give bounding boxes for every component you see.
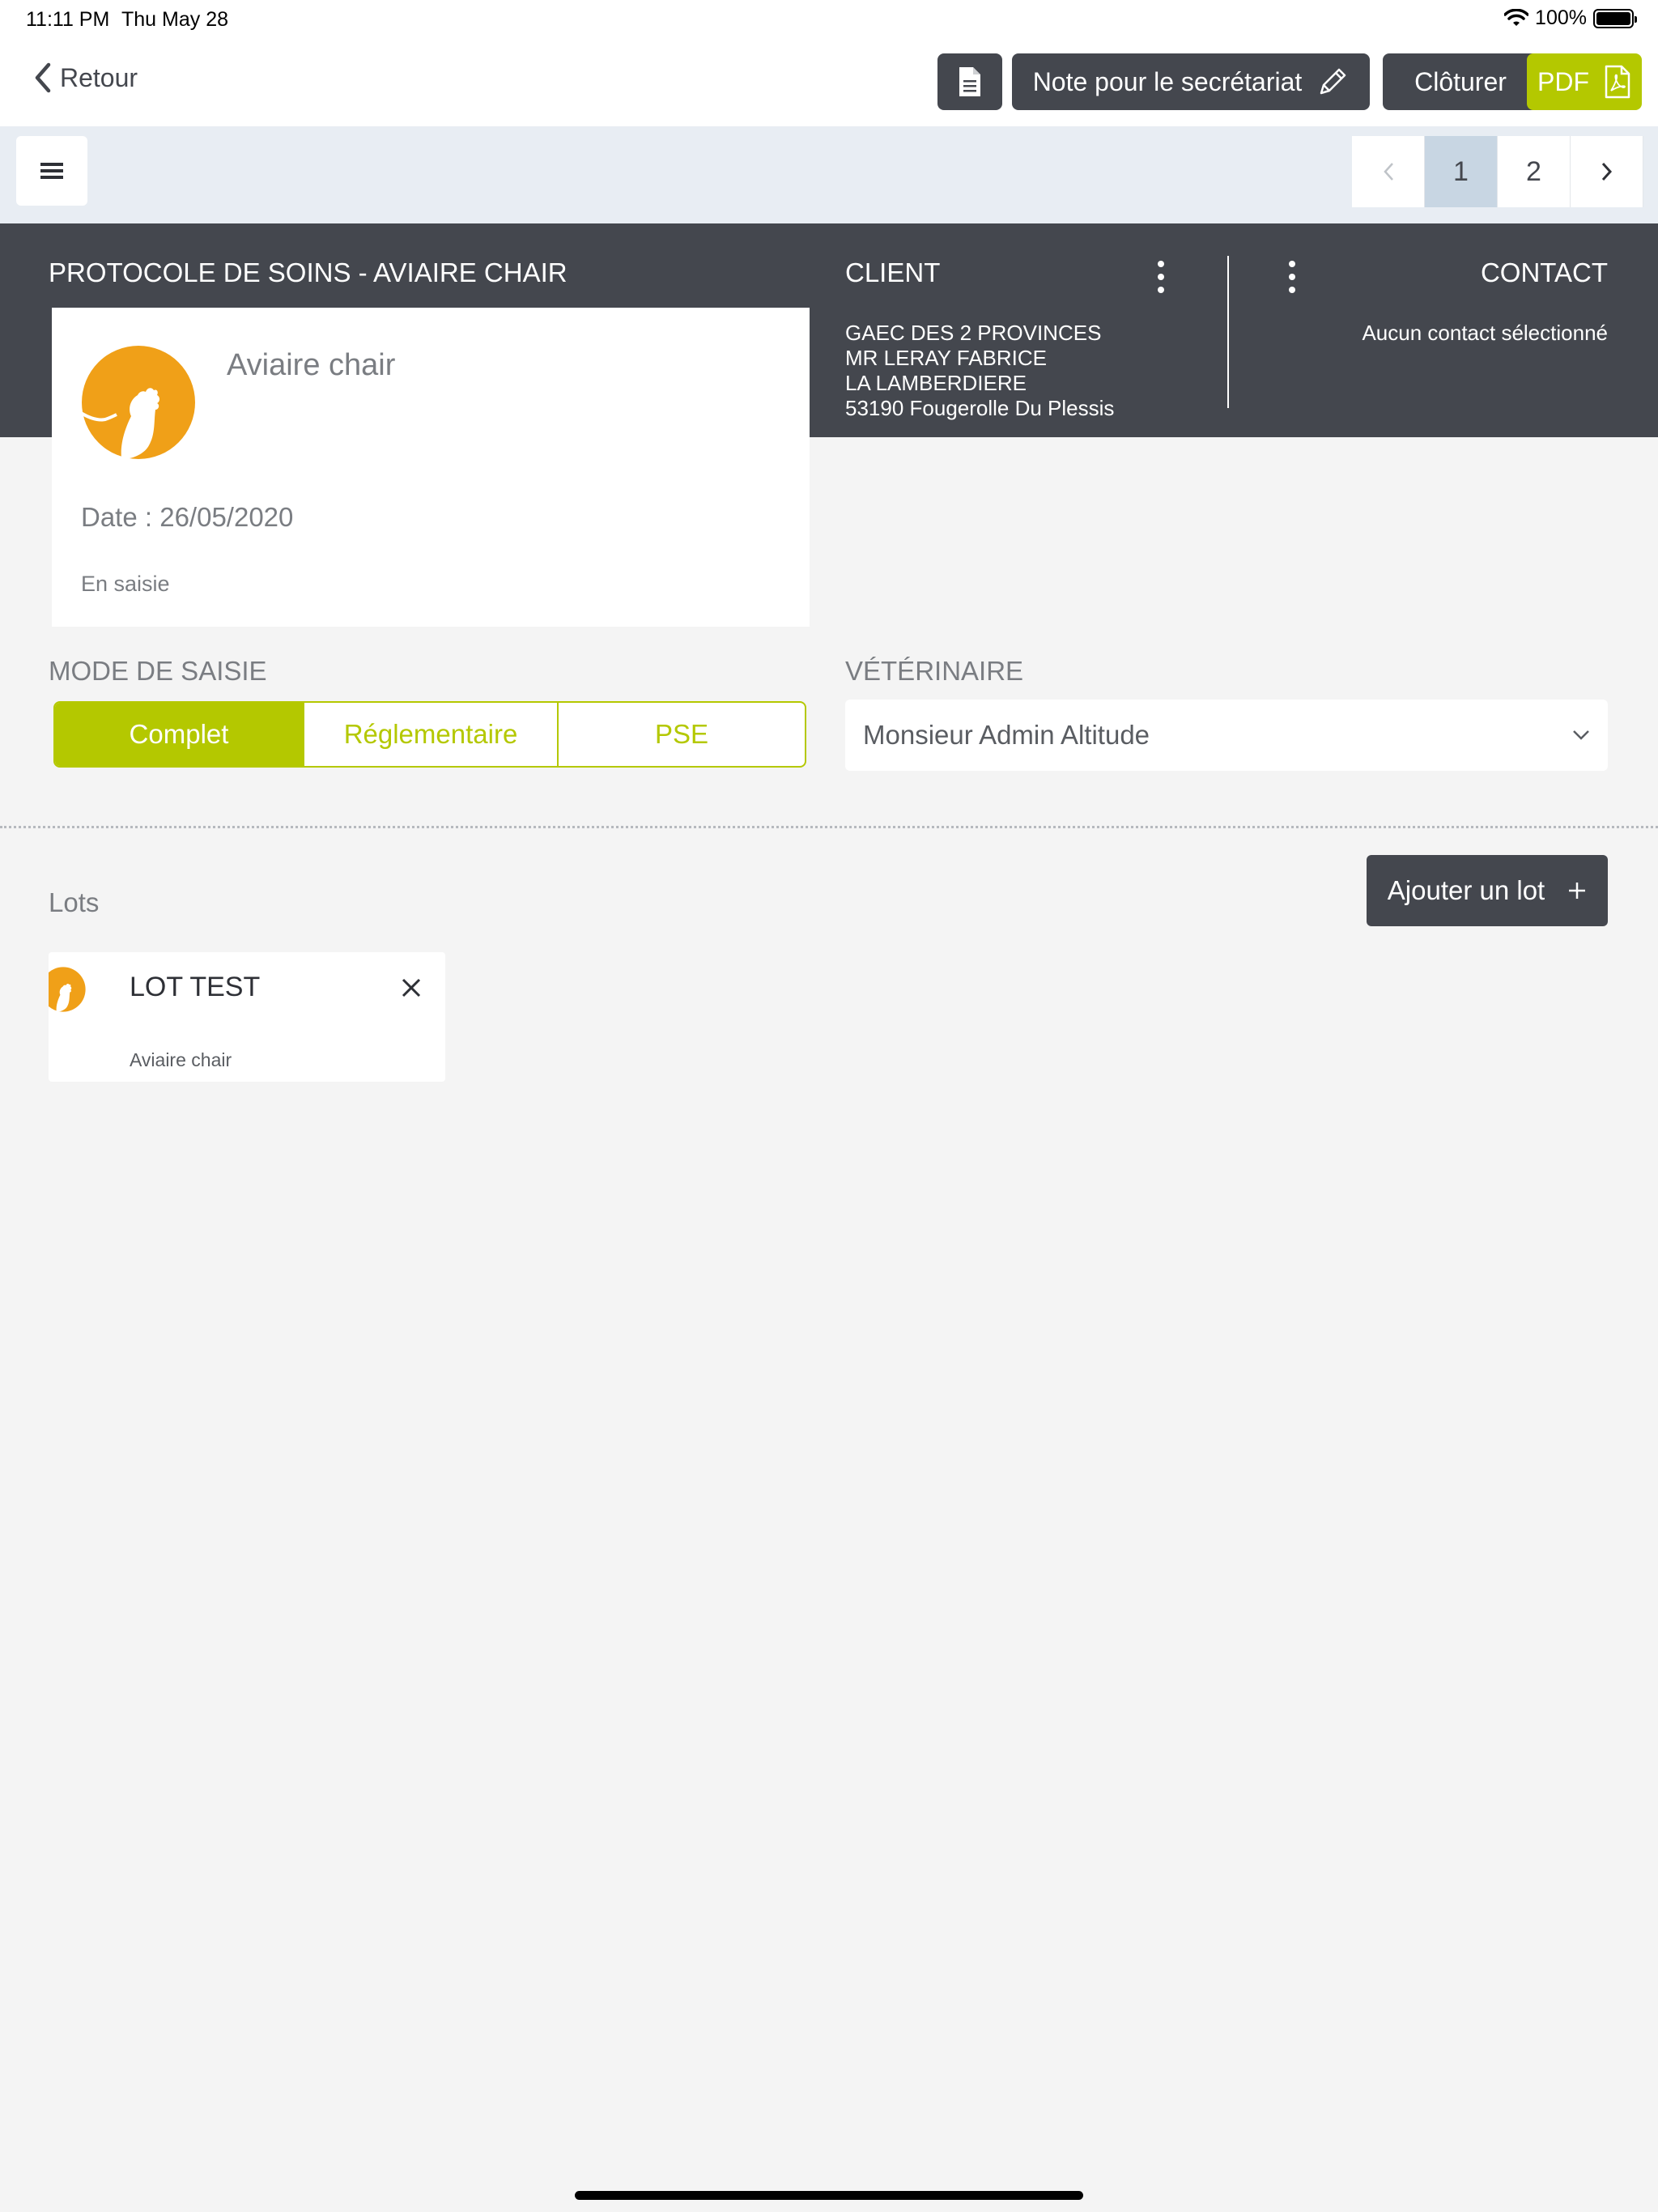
chevron-right-icon	[1601, 162, 1612, 181]
section-divider	[0, 826, 1658, 828]
nav-bar: Retour Note pour le secrétariat Clôturer…	[0, 39, 1658, 126]
client-line: GAEC DES 2 PROVINCES	[845, 321, 1102, 345]
mode-label: MODE DE SAISIE	[49, 656, 267, 686]
client-line: 53190 Fougerolle Du Plessis	[845, 396, 1115, 420]
card-species: Aviaire chair	[227, 348, 396, 382]
client-address: GAEC DES 2 PROVINCES MR LERAY FABRICE LA…	[845, 321, 1114, 421]
card-date: Date : 26/05/2020	[81, 502, 294, 532]
home-indicator[interactable]	[575, 2191, 1083, 2200]
cloturer-button[interactable]: Clôturer	[1383, 53, 1538, 110]
page-1-button[interactable]: 1	[1425, 136, 1498, 207]
chevron-left-icon	[1383, 163, 1393, 181]
vet-selected-value: Monsieur Admin Altitude	[863, 720, 1150, 750]
chevron-down-icon	[1573, 730, 1589, 740]
mode-segmented-control: Complet Réglementaire PSE	[53, 701, 806, 768]
add-lot-button[interactable]: Ajouter un lot	[1367, 855, 1608, 926]
prev-page-button[interactable]	[1352, 136, 1425, 207]
note-secretariat-button[interactable]: Note pour le secrétariat	[1012, 53, 1370, 110]
contact-more-icon[interactable]	[1287, 261, 1297, 293]
pdf-button[interactable]: PDF	[1527, 53, 1642, 110]
rooster-icon	[81, 346, 195, 459]
chevron-left-icon	[35, 62, 51, 93]
document-button[interactable]	[937, 53, 1002, 110]
status-date: Thu May 28	[121, 8, 229, 31]
pencil-icon	[1320, 68, 1346, 95]
vet-select[interactable]: Monsieur Admin Altitude	[845, 700, 1608, 771]
mode-option-pse[interactable]: PSE	[559, 703, 805, 766]
mode-option-reglementaire[interactable]: Réglementaire	[304, 703, 559, 766]
next-page-button[interactable]	[1571, 136, 1643, 207]
document-icon	[959, 67, 980, 96]
pdf-label: PDF	[1537, 66, 1589, 96]
status-right: 100%	[1504, 6, 1637, 30]
page-title: PROTOCOLE DE SOINS - AVIAIRE CHAIR	[49, 257, 568, 287]
rooster-icon	[49, 967, 86, 1012]
note-label: Note pour le secrétariat	[1032, 66, 1303, 96]
wifi-icon	[1504, 8, 1529, 26]
toolbar: 1 2	[0, 126, 1658, 223]
close-icon[interactable]	[397, 973, 426, 1002]
status-bar: 11:11 PM Thu May 28 100%	[0, 0, 1658, 39]
back-label: Retour	[60, 62, 138, 92]
lot-name: LOT TEST	[130, 972, 261, 1002]
client-line: MR LERAY FABRICE	[845, 346, 1047, 370]
mode-option-complet[interactable]: Complet	[55, 703, 304, 766]
contact-title: CONTACT	[1480, 257, 1608, 287]
client-line: LA LAMBERDIERE	[845, 371, 1027, 395]
status-time: 11:11 PM	[26, 8, 110, 31]
cloturer-label: Clôturer	[1414, 66, 1507, 96]
add-lot-label: Ajouter un lot	[1387, 875, 1545, 905]
header-divider	[1227, 256, 1229, 408]
battery-percent: 100%	[1535, 6, 1587, 29]
vet-label: VÉTÉRINAIRE	[845, 656, 1024, 686]
protocol-card: Aviaire chair Date : 26/05/2020 En saisi…	[52, 308, 810, 627]
lot-card[interactable]: LOT TEST Aviaire chair	[49, 952, 445, 1082]
contact-value: Aucun contact sélectionné	[1362, 321, 1608, 345]
lots-label: Lots	[49, 887, 100, 917]
page-2-button[interactable]: 2	[1498, 136, 1571, 207]
menu-button[interactable]	[16, 136, 87, 206]
plus-icon	[1569, 883, 1586, 899]
pagination: 1 2	[1352, 136, 1643, 207]
lot-species: Aviaire chair	[130, 1049, 232, 1070]
pdf-file-icon	[1605, 65, 1630, 99]
back-button[interactable]: Retour	[32, 62, 138, 94]
battery-icon	[1593, 8, 1637, 28]
client-title: CLIENT	[845, 257, 941, 287]
hamburger-icon	[40, 163, 63, 179]
client-more-icon[interactable]	[1156, 261, 1166, 293]
card-status: En saisie	[81, 572, 170, 596]
